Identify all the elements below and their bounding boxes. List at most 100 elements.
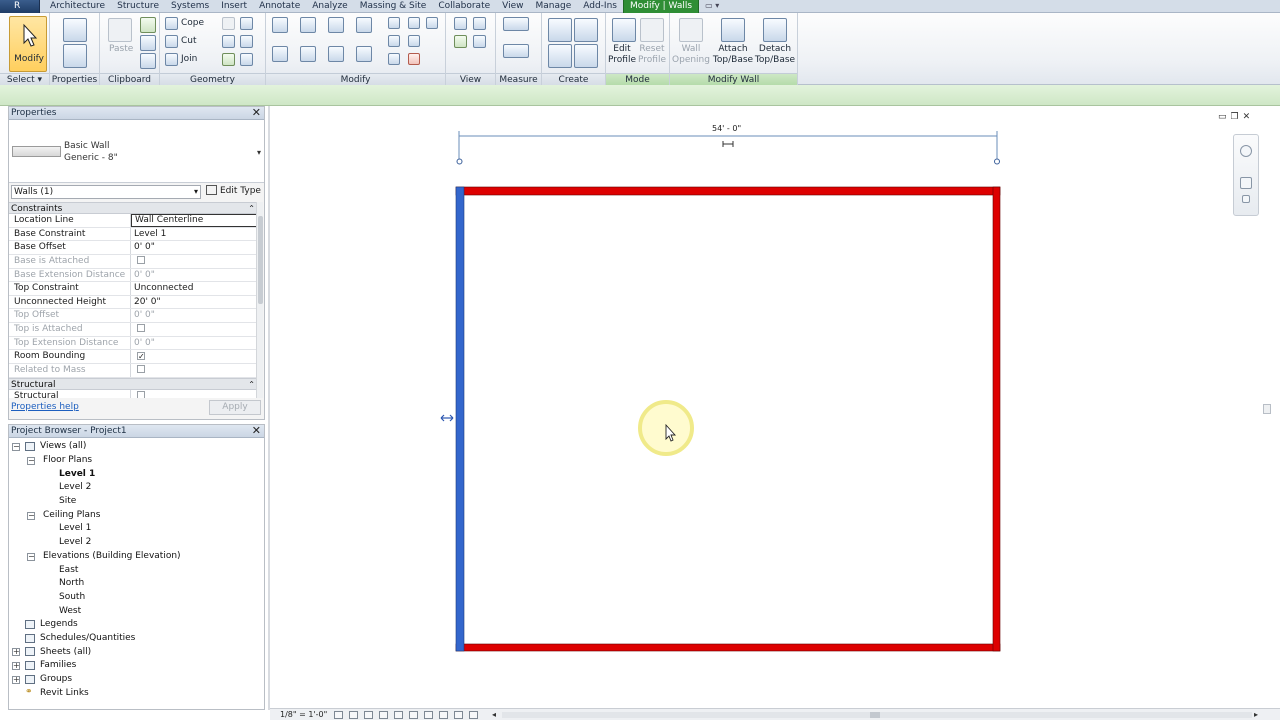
move-icon[interactable] <box>272 46 288 62</box>
close-view-icon[interactable]: ✕ <box>1243 112 1255 122</box>
demolish-icon[interactable] <box>222 53 235 66</box>
attach-top-base-label-2[interactable]: Top/Base <box>712 55 754 66</box>
collapse-icon[interactable]: ⌃ <box>248 379 255 391</box>
show-crop-region-icon[interactable] <box>409 711 418 719</box>
prop-row-base-offset[interactable]: Base Offset 0' 0" <box>9 241 258 255</box>
cut-geometry-icon[interactable] <box>165 35 178 48</box>
properties-scrollbar[interactable] <box>256 202 263 400</box>
tree-elevation-west[interactable]: West <box>59 605 81 618</box>
room-bounding-checkbox[interactable]: ✓ <box>137 352 145 361</box>
tab-collaborate[interactable]: Collaborate <box>432 0 496 13</box>
wall-joins-icon[interactable] <box>222 35 235 48</box>
create-assembly-icon[interactable] <box>548 18 572 42</box>
temporary-hide-icon[interactable] <box>439 711 448 719</box>
prop-row-base-constraint[interactable]: Base Constraint Level 1 <box>9 227 258 242</box>
tab-add-ins[interactable]: Add-Ins <box>577 0 623 13</box>
cut-label[interactable]: Cut <box>181 36 197 47</box>
select-dropdown[interactable]: Select ▾ <box>0 73 49 85</box>
edit-profile-label-2[interactable]: Profile <box>606 55 638 66</box>
hide-in-view-icon[interactable] <box>454 17 467 30</box>
join-label[interactable]: Join <box>181 54 197 65</box>
split-with-gap-icon[interactable] <box>408 17 420 29</box>
tab-analyze[interactable]: Analyze <box>306 0 353 13</box>
override-graphics-icon[interactable] <box>473 17 486 30</box>
crop-view-icon[interactable] <box>394 711 403 719</box>
scrollbar-thumb[interactable] <box>258 216 263 304</box>
array-icon[interactable] <box>388 35 400 47</box>
create-similar-icon[interactable] <box>574 44 598 68</box>
trim-extend-icon[interactable] <box>356 46 372 62</box>
zoom-icon[interactable] <box>1240 177 1252 189</box>
detach-top-base-label-2[interactable]: Top/Base <box>754 55 796 66</box>
tree-elevation-east[interactable]: East <box>59 564 78 577</box>
paint-icon[interactable] <box>240 17 253 30</box>
unlock-3d-view-icon[interactable] <box>424 711 433 719</box>
tree-ceiling-plan-level-1[interactable]: Level 1 <box>59 522 91 535</box>
scale-icon[interactable] <box>408 35 420 47</box>
expand-toggle-icon[interactable]: + <box>12 662 20 670</box>
prop-value[interactable]: 20' 0" <box>131 296 258 309</box>
create-parts-icon[interactable] <box>574 18 598 42</box>
tree-floor-plan-level-1[interactable]: Level 1 <box>59 468 95 481</box>
reveal-hidden-icon[interactable] <box>454 711 463 719</box>
prop-row-location-line[interactable]: Location Line Wall Centerline <box>9 214 258 228</box>
tree-elevation-south[interactable]: South <box>59 591 85 604</box>
prop-value[interactable]: 0' 0" <box>131 241 258 254</box>
shadows-icon[interactable] <box>379 711 388 719</box>
type-properties-icon[interactable] <box>63 18 87 42</box>
copy-icon[interactable] <box>140 35 156 51</box>
prop-row-room-bounding[interactable]: Room Bounding ✓ <box>9 350 258 365</box>
measure-distance-icon[interactable] <box>503 44 529 58</box>
properties-palette-icon[interactable] <box>63 44 87 68</box>
mirror-pick-axis-icon[interactable] <box>328 17 344 33</box>
detach-top-base-icon[interactable] <box>763 18 787 42</box>
tab-massing-site[interactable]: Massing & Site <box>354 0 433 13</box>
scroll-left-icon[interactable]: ◂ <box>492 709 496 720</box>
collapse-toggle-icon[interactable]: − <box>27 553 35 561</box>
ribbon-minimize-toggle[interactable]: ▭ ▾ <box>699 0 725 13</box>
match-properties-icon[interactable] <box>140 53 156 69</box>
tree-ceiling-plans[interactable]: Ceiling Plans <box>43 509 100 522</box>
tab-insert[interactable]: Insert <box>215 0 253 13</box>
prop-value[interactable]: Level 1 <box>131 228 258 241</box>
unpin-icon[interactable] <box>426 17 438 29</box>
prop-value[interactable]: Wall Centerline <box>131 214 258 227</box>
tab-view[interactable]: View <box>496 0 529 13</box>
tab-systems[interactable]: Systems <box>165 0 215 13</box>
tree-views-all[interactable]: Views (all) <box>40 440 86 453</box>
temporary-dimension-value[interactable]: 54' - 0" <box>712 124 741 133</box>
prop-value[interactable]: Unconnected <box>131 282 258 295</box>
join-icon[interactable] <box>165 53 178 66</box>
delete-icon[interactable] <box>408 53 420 65</box>
tree-families[interactable]: Families <box>40 659 76 672</box>
view-scale[interactable]: 1/8" = 1'-0" <box>280 709 327 720</box>
expand-toggle-icon[interactable]: + <box>12 676 20 684</box>
group-structural[interactable]: Structural ⌃ <box>9 377 258 391</box>
sun-path-icon[interactable] <box>364 711 373 719</box>
drawing-area[interactable] <box>270 106 1270 708</box>
tree-floor-plan-site[interactable]: Site <box>59 495 76 508</box>
create-group-icon[interactable] <box>548 44 572 68</box>
collapse-toggle-icon[interactable]: − <box>12 443 20 451</box>
canvas-vertical-scroll-icon[interactable] <box>1263 404 1271 414</box>
expand-toggle-icon[interactable]: + <box>12 648 20 656</box>
pin-icon[interactable] <box>388 53 400 65</box>
steering-wheel-icon[interactable] <box>1240 145 1252 157</box>
modify-button[interactable]: Modify <box>9 16 47 72</box>
visual-style-icon[interactable] <box>349 711 358 719</box>
edit-profile-icon[interactable] <box>612 18 636 42</box>
collapse-toggle-icon[interactable]: − <box>27 457 35 465</box>
cope-label[interactable]: Cope <box>181 18 204 29</box>
tree-floor-plans[interactable]: Floor Plans <box>43 454 92 467</box>
properties-close-icon[interactable]: ✕ <box>252 107 261 119</box>
prop-row-top-constraint[interactable]: Top Constraint Unconnected <box>9 282 258 296</box>
tree-ceiling-plan-level-2[interactable]: Level 2 <box>59 536 91 549</box>
split-icon[interactable] <box>388 17 400 29</box>
detail-level-icon[interactable] <box>334 711 343 719</box>
align-icon[interactable] <box>272 17 288 33</box>
linework-icon[interactable] <box>454 35 467 48</box>
cut-icon[interactable] <box>140 17 156 33</box>
cope-icon[interactable] <box>165 17 178 30</box>
aligned-dimension-icon[interactable] <box>503 17 529 31</box>
tree-elevation-north[interactable]: North <box>59 577 84 590</box>
